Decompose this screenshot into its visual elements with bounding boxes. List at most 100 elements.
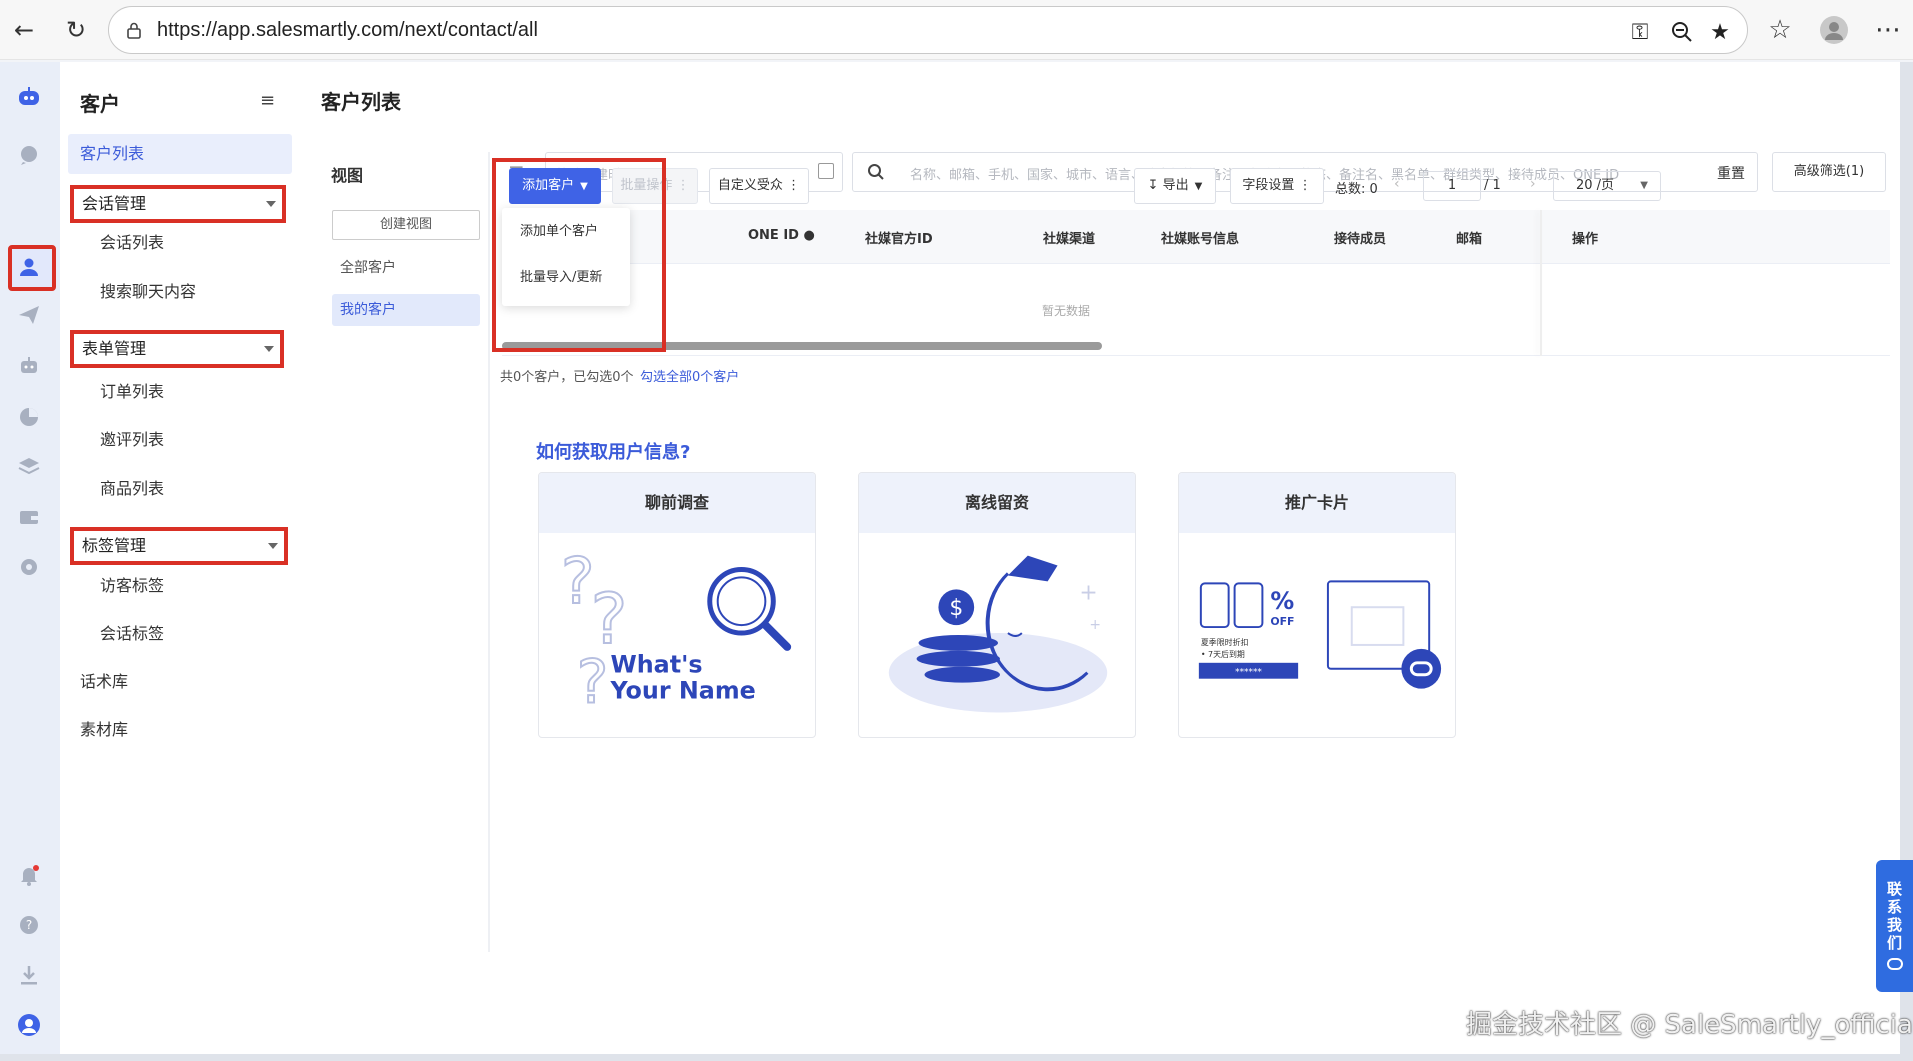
- page-edge-bottom: [0, 1054, 1913, 1061]
- card-promo-card[interactable]: 推广卡片 % OFF 夏季限时折扣 • 7天后到期 ******: [1178, 472, 1456, 738]
- app-logo-icon[interactable]: [14, 82, 44, 112]
- column-header-social-account-info: 社媒账号信息: [1161, 232, 1240, 247]
- wallet-icon[interactable]: [14, 502, 44, 532]
- sidebar-item-product-list[interactable]: 商品列表: [68, 469, 292, 509]
- download-icon: ↧: [1147, 178, 1159, 193]
- column-header-assigned-member: 接待成员: [1334, 232, 1387, 247]
- url-text: https://app.salesmartly.com/next/contact…: [157, 19, 538, 41]
- chat-bubble-icon: [1886, 958, 1903, 970]
- column-header-social-official-id: 社媒官方ID: [865, 232, 933, 247]
- lock-icon: [127, 22, 141, 39]
- card-title: 离线留资: [859, 473, 1135, 533]
- side-menu: 客户 ≡ 客户列表 会话管理 会话列表 搜索聊天内容 表单管理 订单列表 邀评列…: [60, 62, 300, 1054]
- promo-card-illustration: % OFF 夏季限时折扣 • 7天后到期 ******: [1198, 580, 1442, 689]
- more-dots-icon: ⋮: [787, 178, 801, 193]
- bookmark-star-icon[interactable]: ★: [1707, 19, 1733, 45]
- settings-gear-icon[interactable]: [14, 552, 44, 582]
- column-header-social-channel: 社媒渠道: [1043, 232, 1096, 247]
- create-view-button[interactable]: 创建视图: [332, 210, 480, 240]
- sidebar-item-review-invite-list[interactable]: 邀评列表: [68, 420, 292, 460]
- sidebar-item-script-library[interactable]: 话术库: [68, 662, 292, 702]
- svg-text:?: ?: [561, 544, 595, 618]
- sidebar-item-visitor-tags[interactable]: 访客标签: [68, 566, 292, 606]
- empty-data-text: 暂无数据: [1042, 304, 1091, 318]
- help-icon[interactable]: ?: [14, 910, 44, 940]
- sidebar-group-form-management[interactable]: 表单管理: [70, 330, 284, 368]
- sidebar-item-conversation-list[interactable]: 会话列表: [68, 223, 292, 263]
- collapse-menu-icon[interactable]: ≡: [260, 90, 275, 111]
- sidebar-item-search-chat[interactable]: 搜索聊天内容: [68, 272, 292, 312]
- export-label: 导出: [1162, 178, 1189, 193]
- card-title: 聊前调查: [539, 473, 815, 533]
- address-bar[interactable]: https://app.salesmartly.com/next/contact…: [108, 6, 1748, 54]
- robot-icon[interactable]: [14, 350, 44, 380]
- svg-text:+: +: [1089, 617, 1101, 633]
- search-icon: [868, 164, 884, 180]
- next-page-icon[interactable]: ›: [1530, 176, 1536, 192]
- contacts-icon[interactable]: [14, 252, 44, 282]
- sidebar-item-customer-list[interactable]: 客户列表: [68, 134, 292, 174]
- svg-text:%: %: [1270, 587, 1294, 615]
- chevron-down-icon: ▼: [1640, 180, 1648, 191]
- profile-avatar-icon[interactable]: [1818, 14, 1850, 46]
- notification-bell-icon[interactable]: [14, 860, 44, 890]
- page-title: 客户列表: [321, 90, 401, 114]
- contact-us-label: 联系我们: [1886, 880, 1902, 952]
- favorites-icon[interactable]: ☆: [1764, 14, 1796, 46]
- howto-title: 如何获取用户信息?: [536, 442, 691, 463]
- sidebar-group-label: 会话管理: [82, 194, 147, 213]
- total-count: 总数: 0: [1335, 182, 1378, 197]
- view-item-my-customers[interactable]: 我的客户: [332, 294, 480, 326]
- card-offline-lead[interactable]: 离线留资 $ + +: [858, 472, 1136, 738]
- info-dot-icon[interactable]: ●: [804, 228, 815, 243]
- calendar-icon[interactable]: [818, 163, 834, 179]
- advanced-filter-button[interactable]: 高级筛选(1): [1772, 152, 1886, 192]
- svg-text:+: +: [1079, 580, 1097, 605]
- prev-page-icon[interactable]: ‹: [1394, 176, 1400, 192]
- field-settings-label: 字段设置: [1242, 178, 1295, 193]
- contact-us-tab[interactable]: 联系我们: [1876, 860, 1913, 992]
- page-size-select[interactable]: 20 /页 ▼: [1553, 171, 1661, 201]
- export-button[interactable]: ↧ 导出 ▼: [1134, 168, 1216, 204]
- page-size-value: 20 /页: [1576, 178, 1615, 193]
- sidebar-group-label: 表单管理: [82, 339, 147, 358]
- fixed-column-divider: [1540, 210, 1542, 356]
- user-avatar-icon[interactable]: [14, 1010, 44, 1040]
- view-item-all-customers[interactable]: 全部客户: [332, 252, 480, 284]
- reload-icon[interactable]: ↻: [58, 12, 94, 48]
- question-marks-illustration: ? ? ? What's Your Name: [560, 543, 792, 719]
- more-menu-icon[interactable]: ⋯: [1872, 14, 1904, 46]
- table-header: ONE ID ● 社媒官方ID 社媒渠道 社媒账号信息 接待成员 邮箱 操作: [502, 210, 1890, 264]
- caret-down-icon: [268, 543, 278, 549]
- sidebar-group-tag-management[interactable]: 标签管理: [70, 527, 288, 565]
- browser-toolbar: ← ↻ https://app.salesmartly.com/next/con…: [0, 0, 1913, 60]
- svg-text:?: ?: [577, 649, 609, 718]
- zoom-out-icon[interactable]: [1669, 19, 1695, 45]
- main-content: 客户列表 视图 ≡ 创建视图 全部客户 我的客户 筛选创建时间 名称、邮箱、手机…: [300, 62, 1900, 1054]
- custom-audience-button[interactable]: 自定义受众 ⋮: [709, 168, 809, 204]
- sidebar-group-conversation-management[interactable]: 会话管理: [70, 185, 286, 223]
- page-number-input[interactable]: 1: [1423, 171, 1481, 201]
- download-icon[interactable]: [14, 960, 44, 990]
- select-all-link[interactable]: 勾选全部0个客户: [640, 366, 739, 385]
- sidebar-item-order-list[interactable]: 订单列表: [68, 372, 292, 412]
- back-arrow-icon[interactable]: ←: [6, 12, 42, 48]
- sidebar-item-conversation-tags[interactable]: 会话标签: [68, 614, 292, 654]
- watermark: 掘金技术社区 @ SaleSmartly_official: [1466, 1010, 1913, 1040]
- chat-icon[interactable]: [14, 140, 44, 170]
- sidebar-item-material-library[interactable]: 素材库: [68, 710, 292, 750]
- layers-icon[interactable]: [14, 452, 44, 482]
- analytics-pie-icon[interactable]: [14, 402, 44, 432]
- total-pages: / 1: [1484, 178, 1501, 193]
- field-settings-button[interactable]: 字段设置 ⋮: [1230, 168, 1324, 204]
- sidebar-group-label: 标签管理: [82, 536, 147, 555]
- moon-coins-illustration: $ + +: [888, 555, 1108, 713]
- card-pre-chat-survey[interactable]: 聊前调查 ? ? ? What's Your Name: [538, 472, 816, 738]
- svg-text:• 7天后到期: • 7天后到期: [1201, 649, 1245, 659]
- reset-button[interactable]: 重置: [1717, 163, 1745, 183]
- svg-text:******: ******: [1235, 668, 1262, 678]
- svg-text:OFF: OFF: [1270, 615, 1294, 628]
- key-icon[interactable]: ⚿: [1627, 19, 1653, 45]
- svg-text:What's: What's: [610, 651, 702, 679]
- send-icon[interactable]: [14, 300, 44, 330]
